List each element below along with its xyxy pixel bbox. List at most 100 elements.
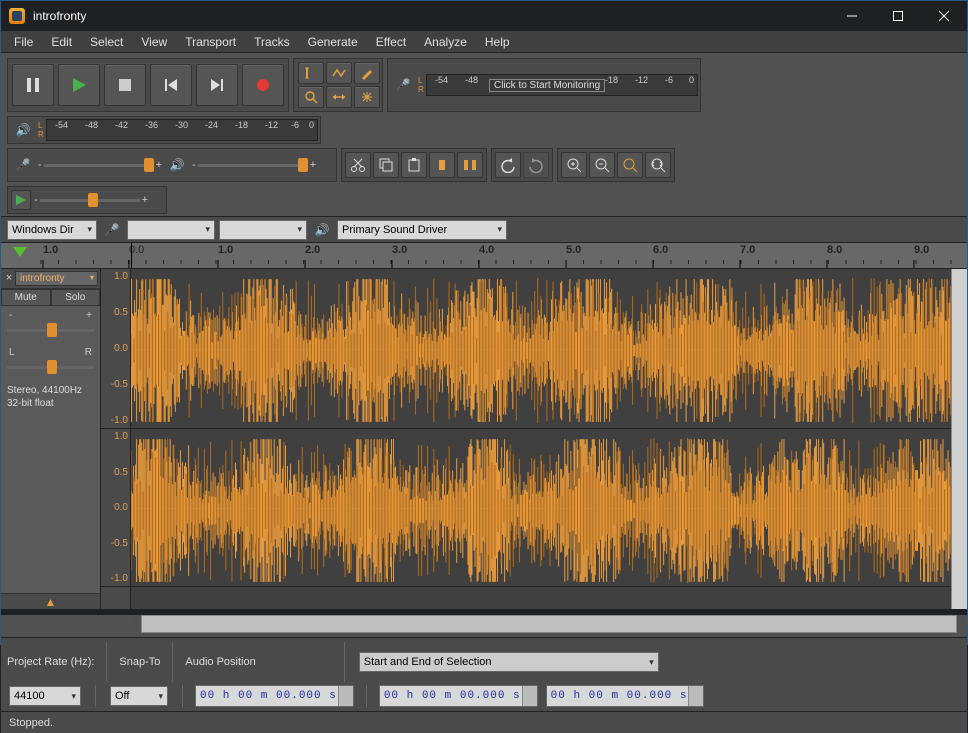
play-meter[interactable]: -54 -48 -42 -36 -30 -24 -18 -12 -6 0 bbox=[46, 119, 318, 141]
selection-start-field[interactable]: 00 h 00 m 00.000 s bbox=[379, 685, 538, 707]
rec-device-combo[interactable] bbox=[127, 220, 215, 240]
window-title: introfronty bbox=[33, 9, 829, 23]
redo-button[interactable] bbox=[523, 152, 549, 178]
app-icon bbox=[9, 8, 25, 24]
selection-mode-combo[interactable]: Start and End of Selection bbox=[359, 652, 659, 672]
tools-toolbar bbox=[293, 58, 383, 112]
track-control-panel: × introfronty Mute Solo -+ LR Stereo, 44… bbox=[1, 269, 101, 609]
device-toolbar: Windows Dir 🎤 🔊 Primary Sound Driver bbox=[1, 217, 967, 243]
click-monitor-label[interactable]: Click to Start Monitoring bbox=[489, 79, 605, 92]
playhead-marker[interactable] bbox=[13, 247, 27, 257]
draw-tool[interactable] bbox=[354, 62, 380, 84]
close-button[interactable] bbox=[921, 1, 967, 31]
waveform-left[interactable] bbox=[131, 269, 967, 429]
mic-slider-icon: 🎤 bbox=[12, 155, 34, 175]
multi-tool[interactable] bbox=[354, 86, 380, 108]
menu-select[interactable]: Select bbox=[81, 31, 132, 52]
play-device-combo[interactable]: Primary Sound Driver bbox=[337, 220, 507, 240]
vertical-scale[interactable]: 1.0 0.5 0.0 -0.5 -1.0 1.0 0.5 0.0 -0.5 -… bbox=[101, 269, 131, 609]
solo-button[interactable]: Solo bbox=[51, 289, 101, 306]
play-speed-button[interactable] bbox=[11, 190, 31, 210]
waveform-right[interactable] bbox=[131, 429, 967, 587]
menu-tracks[interactable]: Tracks bbox=[245, 31, 299, 52]
undo-toolbar bbox=[491, 148, 553, 182]
rec-channels-combo[interactable] bbox=[219, 220, 307, 240]
envelope-tool[interactable] bbox=[326, 62, 352, 84]
toolbar-area: 🎤 LR -54 -48 -18 -12 -6 0 Click to Start… bbox=[1, 53, 967, 217]
play-volume-slider[interactable] bbox=[198, 156, 308, 174]
track-collapse-button[interactable]: ▲ bbox=[1, 593, 100, 609]
timeshift-tool[interactable] bbox=[326, 86, 352, 108]
edit-toolbar bbox=[341, 148, 487, 182]
menu-edit[interactable]: Edit bbox=[42, 31, 81, 52]
track-name-menu[interactable]: introfronty bbox=[15, 271, 98, 286]
play-slider-icon: 🔊 bbox=[166, 155, 188, 175]
audio-position-field[interactable]: 00 h 00 m 00.000 s bbox=[195, 685, 354, 707]
play-lr-label: LR bbox=[36, 121, 46, 139]
play-device-icon: 🔊 bbox=[311, 220, 333, 240]
fit-selection-button[interactable] bbox=[617, 152, 643, 178]
track-format-info: Stereo, 44100Hz 32-bit float bbox=[1, 380, 100, 414]
timeline-ruler[interactable]: 1.0 0.0 1.0 2.0 3.0 4.0 5.0 6.0 7.0 8.0 … bbox=[1, 243, 967, 269]
menu-view[interactable]: View bbox=[132, 31, 176, 52]
maximize-button[interactable] bbox=[875, 1, 921, 31]
menu-analyze[interactable]: Analyze bbox=[415, 31, 476, 52]
tracks-area: × introfronty Mute Solo -+ LR Stereo, 44… bbox=[1, 269, 967, 609]
zoom-toolbar bbox=[557, 148, 675, 182]
trim-button[interactable] bbox=[429, 152, 455, 178]
stop-button[interactable] bbox=[104, 64, 146, 106]
record-button[interactable] bbox=[242, 64, 284, 106]
menu-transport[interactable]: Transport bbox=[176, 31, 245, 52]
menu-help[interactable]: Help bbox=[476, 31, 519, 52]
selection-toolbar: Project Rate (Hz): Snap-To Audio Positio… bbox=[1, 637, 967, 711]
mic-icon[interactable]: 🎤 bbox=[392, 75, 414, 95]
pause-button[interactable] bbox=[12, 64, 54, 106]
record-meter[interactable]: -54 -48 -18 -12 -6 0 Click to Start Moni… bbox=[426, 74, 698, 96]
fit-project-button[interactable] bbox=[645, 152, 671, 178]
speaker-icon[interactable]: 🔊 bbox=[12, 120, 34, 140]
cut-button[interactable] bbox=[345, 152, 371, 178]
zoom-tool[interactable] bbox=[298, 86, 324, 108]
copy-button[interactable] bbox=[373, 152, 399, 178]
zoom-in-button[interactable] bbox=[561, 152, 587, 178]
rec-minus: - bbox=[36, 159, 44, 171]
audio-host-combo[interactable]: Windows Dir bbox=[7, 220, 97, 240]
rec-device-icon: 🎤 bbox=[101, 220, 123, 240]
zoom-out-button[interactable] bbox=[589, 152, 615, 178]
menu-file[interactable]: File bbox=[5, 31, 42, 52]
play-meter-toolbar: 🔊 LR -54 -48 -42 -36 -30 -24 -18 -12 -6 … bbox=[7, 116, 321, 144]
skip-end-button[interactable] bbox=[196, 64, 238, 106]
title-bar: introfronty bbox=[1, 1, 967, 31]
menu-bar: File Edit Select View Transport Tracks G… bbox=[1, 31, 967, 53]
snap-label: Snap-To bbox=[119, 656, 160, 668]
vertical-scrollbar[interactable] bbox=[951, 269, 967, 609]
track-close-button[interactable]: × bbox=[3, 273, 15, 285]
play-minus: - bbox=[190, 159, 198, 171]
rec-volume-slider[interactable] bbox=[44, 156, 154, 174]
silence-button[interactable] bbox=[457, 152, 483, 178]
selection-tool[interactable] bbox=[298, 62, 324, 84]
mixer-toolbar: 🎤 - + 🔊 - + bbox=[7, 148, 337, 182]
project-rate-combo[interactable]: 44100 bbox=[9, 686, 81, 706]
waveform-area[interactable] bbox=[131, 269, 967, 609]
status-bar: Stopped. bbox=[1, 711, 967, 733]
menu-generate[interactable]: Generate bbox=[299, 31, 367, 52]
undo-button[interactable] bbox=[495, 152, 521, 178]
play-button[interactable] bbox=[58, 64, 100, 106]
mute-button[interactable]: Mute bbox=[1, 289, 51, 306]
menu-effect[interactable]: Effect bbox=[367, 31, 415, 52]
skip-start-button[interactable] bbox=[150, 64, 192, 106]
play-speed-slider[interactable] bbox=[40, 191, 140, 209]
horizontal-scrollbar[interactable] bbox=[141, 615, 957, 633]
snap-combo[interactable]: Off bbox=[110, 686, 168, 706]
gain-slider[interactable] bbox=[7, 321, 94, 339]
paste-button[interactable] bbox=[401, 152, 427, 178]
minimize-button[interactable] bbox=[829, 1, 875, 31]
play-speed-toolbar: - + bbox=[7, 186, 167, 214]
project-rate-label: Project Rate (Hz): bbox=[7, 656, 94, 668]
audio-position-label: Audio Position bbox=[185, 656, 255, 668]
transport-toolbar bbox=[7, 58, 289, 112]
pan-slider[interactable] bbox=[7, 358, 94, 376]
rec-plus: + bbox=[154, 159, 164, 171]
selection-end-field[interactable]: 00 h 00 m 00.000 s bbox=[546, 685, 705, 707]
